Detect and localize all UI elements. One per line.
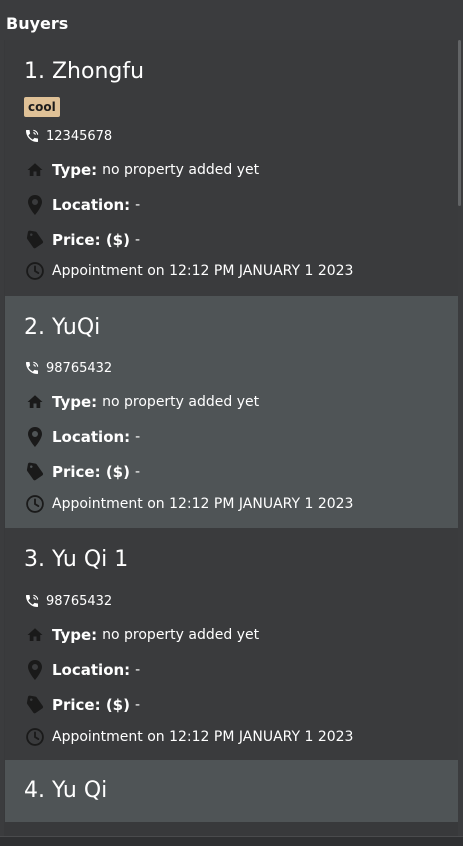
buyer-phone: 12345678 [46, 128, 113, 144]
phone-icon [24, 357, 40, 379]
price-tag-icon [24, 461, 46, 483]
type-row: Type: no property added yet [24, 390, 259, 414]
location-label: Location: [52, 661, 131, 679]
panel-title: Buyers [6, 14, 69, 33]
location-pin-icon [24, 194, 46, 216]
clock-icon [24, 260, 46, 282]
price-row: Price: ($) - [24, 693, 140, 717]
type-value: no property added yet [102, 162, 260, 178]
buyer-name: 1. Zhongfu [24, 59, 145, 84]
home-icon [24, 624, 46, 646]
type-row: Type: no property added yet [24, 158, 259, 182]
type-value: no property added yet [102, 394, 260, 410]
buyer-tag: cool [24, 97, 60, 117]
type-label: Type: [52, 393, 98, 411]
buyer-name: 2. YuQi [24, 315, 101, 340]
buyer-name: 4. Yu Qi [24, 778, 108, 803]
clock-icon [24, 726, 46, 748]
location-label: Location: [52, 428, 131, 446]
list-scrollbar[interactable] [458, 40, 461, 206]
appointment-row: Appointment on 12:12 PM JANUARY 1 2023 [24, 259, 353, 283]
appointment-text: Appointment on 12:12 PM JANUARY 1 2023 [52, 496, 354, 512]
location-row: Location: - [24, 193, 140, 217]
price-label: Price: ($) [52, 463, 130, 481]
location-pin-icon [24, 659, 46, 681]
price-label: Price: ($) [52, 696, 130, 714]
phone-icon [24, 125, 40, 147]
location-row: Location: - [24, 425, 140, 449]
appointment-text: Appointment on 12:12 PM JANUARY 1 2023 [52, 729, 354, 745]
price-row: Price: ($) - [24, 460, 140, 484]
price-value: - [134, 232, 141, 248]
location-label: Location: [52, 196, 131, 214]
buyer-card[interactable]: 4. Yu Qi [5, 760, 458, 822]
home-icon [24, 391, 46, 413]
location-value: - [135, 662, 141, 678]
type-label: Type: [52, 626, 98, 644]
buyer-name: 3. Yu Qi 1 [24, 547, 129, 572]
phone-row: 98765432 [24, 589, 112, 613]
buyer-phone: 98765432 [46, 360, 113, 376]
buyer-card[interactable]: 2. YuQi 98765432 Type: no property added… [5, 296, 458, 528]
appointment-row: Appointment on 12:12 PM JANUARY 1 2023 [24, 725, 353, 749]
home-icon [24, 159, 46, 181]
type-row: Type: no property added yet [24, 623, 259, 647]
location-value: - [135, 429, 141, 445]
buyer-card[interactable]: 3. Yu Qi 1 98765432 Type: no property ad… [5, 528, 458, 760]
clock-icon [24, 493, 46, 515]
location-value: - [135, 197, 141, 213]
buyers-panel: Buyers 1. Zhongfu cool 12345678 Type: no… [0, 0, 463, 846]
buyer-list[interactable]: 1. Zhongfu cool 12345678 Type: no proper… [4, 40, 458, 836]
phone-row: 12345678 [24, 124, 112, 148]
location-pin-icon [24, 426, 46, 448]
buyer-phone: 98765432 [46, 593, 113, 609]
price-row: Price: ($) - [24, 228, 140, 252]
price-value: - [134, 697, 141, 713]
bottom-divider [0, 836, 463, 846]
type-value: no property added yet [102, 627, 260, 643]
location-row: Location: - [24, 658, 140, 682]
price-value: - [134, 464, 141, 480]
price-tag-icon [24, 694, 46, 716]
buyer-card[interactable]: 1. Zhongfu cool 12345678 Type: no proper… [5, 40, 458, 296]
type-label: Type: [52, 161, 98, 179]
appointment-text: Appointment on 12:12 PM JANUARY 1 2023 [52, 263, 354, 279]
price-label: Price: ($) [52, 231, 130, 249]
phone-row: 98765432 [24, 356, 112, 380]
phone-icon [24, 590, 40, 612]
price-tag-icon [24, 229, 46, 251]
appointment-row: Appointment on 12:12 PM JANUARY 1 2023 [24, 492, 353, 516]
